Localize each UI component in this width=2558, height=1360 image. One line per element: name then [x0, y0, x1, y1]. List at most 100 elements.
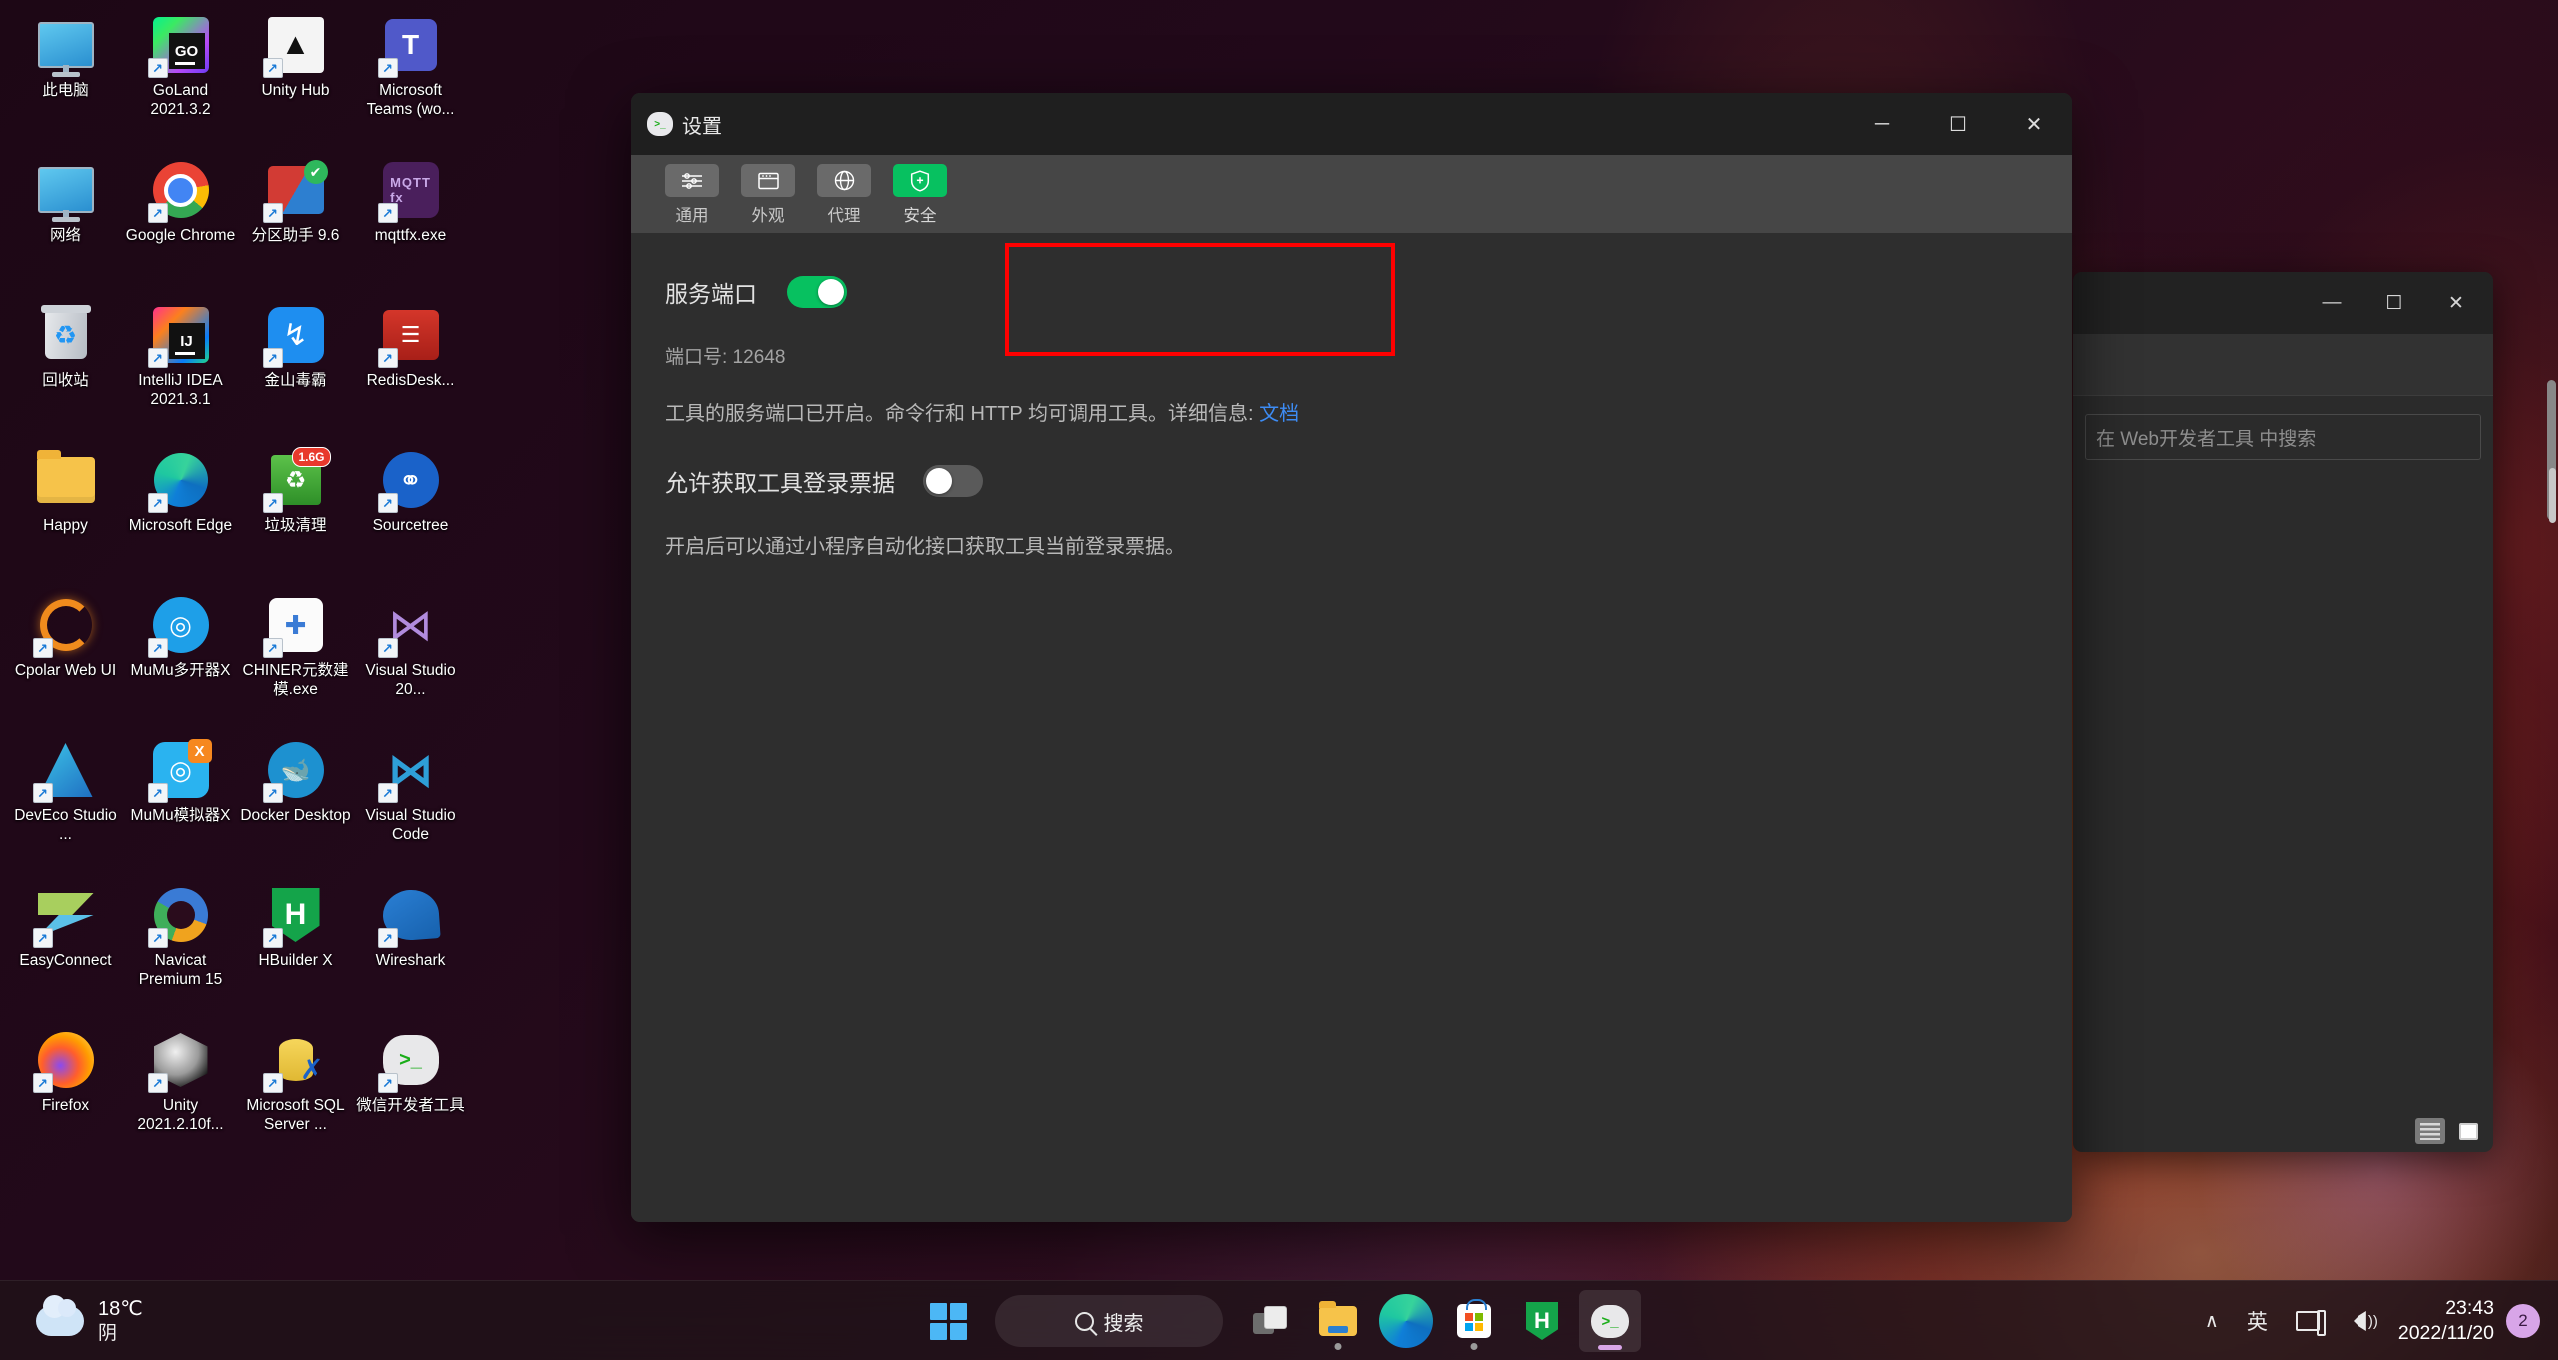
desktop-icon-label: Cpolar Web UI [14, 662, 117, 679]
bg-window-titlebar[interactable]: — ☐ ✕ [2073, 272, 2493, 334]
service-port-toggle[interactable] [787, 276, 847, 308]
desktop-icon-chrome[interactable]: Google Chrome [123, 153, 238, 298]
desktop-icon-chiner[interactable]: ✚ CHINER元数建模.exe [238, 588, 353, 733]
sql-server-icon: ✗ [262, 1029, 327, 1093]
chiner-icon: ✚ [262, 594, 327, 658]
wechat-devtools-icon: >_ [1591, 1304, 1629, 1338]
desktop-icon-visual-studio[interactable]: ⋈ Visual Studio 20... [353, 588, 468, 733]
desktop-icon-kingsoft[interactable]: ↯ 金山毒霸 [238, 298, 353, 443]
settings-close-button[interactable]: ✕ [1996, 93, 2072, 155]
desktop-icon-mumu-emu[interactable]: ◎ MuMu模拟器X [123, 733, 238, 878]
settings-maximize-button[interactable]: ☐ [1920, 93, 1996, 155]
desktop-icon-label: Unity 2021.2.10f... [137, 1097, 224, 1133]
mumu-emu-icon: ◎ [147, 739, 212, 803]
taskbar-item-hbuilder-x[interactable]: H [1511, 1290, 1573, 1352]
desktop-icon-cpolar[interactable]: Cpolar Web UI [8, 588, 123, 733]
login-ticket-toggle[interactable] [923, 465, 983, 497]
desktop-icon-label: Happy [43, 517, 88, 534]
panel-view-icon[interactable] [2453, 1118, 2483, 1144]
background-devtools-window[interactable]: — ☐ ✕ 在 Web开发者工具 中搜索 [2073, 272, 2493, 1152]
taskbar-search-box[interactable]: 搜索 [995, 1295, 1223, 1347]
shortcut-arrow-icon [32, 928, 53, 948]
teams-icon: T [377, 14, 442, 78]
active-window-indicator [1598, 1345, 1622, 1350]
desktop-icon-navicat[interactable]: Navicat Premium 15 [123, 878, 238, 1023]
desktop-icon-hbuilder[interactable]: H HBuilder X [238, 878, 353, 1023]
list-view-icon[interactable] [2415, 1118, 2445, 1144]
shortcut-arrow-icon [32, 638, 53, 658]
login-ticket-description: 开启后可以通过小程序自动化接口获取工具当前登录票据。 [665, 536, 1185, 558]
start-button[interactable] [917, 1290, 979, 1352]
taskbar-item-microsoft-store[interactable] [1443, 1290, 1505, 1352]
desktop-icon-label: Microsoft Teams (wo... [366, 82, 455, 118]
docker-icon: 🐋 [262, 739, 327, 803]
recycle-bin-icon [35, 304, 97, 366]
desktop-icon-recycle-bin[interactable]: 回收站 [8, 298, 123, 443]
bg-minimize-button[interactable]: — [2301, 280, 2363, 326]
shortcut-arrow-icon [147, 348, 168, 368]
desktop-icon-wx-devtools[interactable]: >_ 微信开发者工具 [353, 1023, 468, 1168]
weather-condition: 阴 [98, 1322, 118, 1344]
taskbar-item-task-view[interactable] [1239, 1290, 1301, 1352]
tab-security[interactable]: 安全 [883, 164, 957, 226]
desktop-icon-vscode[interactable]: ⋈ Visual Studio Code [353, 733, 468, 878]
bg-maximize-button[interactable]: ☐ [2363, 280, 2425, 326]
desktop-icon-label: Navicat Premium 15 [138, 952, 223, 988]
desktop-icon-firefox[interactable]: Firefox [8, 1023, 123, 1168]
desktop-icon-network[interactable]: 网络 [8, 153, 123, 298]
tab-appearance[interactable]: 外观 [731, 164, 805, 226]
desktop-icon-pc[interactable]: 此电脑 [8, 8, 123, 153]
volume-icon[interactable]: )) [2334, 1293, 2388, 1349]
desktop-icon-redis-desktop[interactable]: ☰ RedisDesk... [353, 298, 468, 443]
taskbar-item-wechat-devtools[interactable]: >_ [1579, 1290, 1641, 1352]
bg-window-scroll-indicator[interactable] [2549, 468, 2556, 523]
vscode-icon: ⋈ [377, 739, 442, 803]
desktop-icon-wireshark[interactable]: Wireshark [353, 878, 468, 1023]
desktop-icon-mumu-multi[interactable]: ◎ MuMu多开器X [123, 588, 238, 733]
desktop-icon-partition-assistant[interactable]: 分区助手 9.6 [238, 153, 353, 298]
chevron-up-icon[interactable]: ∧ [2191, 1293, 2233, 1349]
shortcut-arrow-icon [262, 203, 283, 223]
service-port-label: 服务端口 [665, 281, 757, 307]
wechat-devtools-app-icon: >_ [647, 112, 673, 136]
settings-window[interactable]: >_ 设置 ─ ☐ ✕ 通用 外观 代理 安全 服务端口 端口号: 12648 … [631, 93, 2072, 1222]
tab-security-label: 安全 [903, 207, 937, 225]
desktop-icon-intellij[interactable]: IJ IntelliJ IDEA 2021.3.1 [123, 298, 238, 443]
desktop-icon-folder[interactable]: Happy [8, 443, 123, 588]
notification-badge[interactable]: 2 [2506, 1304, 2540, 1338]
desktop-icon-edge[interactable]: Microsoft Edge [123, 443, 238, 588]
desktop-icon-cleaner[interactable]: ♻1.6G 垃圾清理 [238, 443, 353, 588]
desktop-icon-mqttfx[interactable]: MQTTfx mqttfx.exe [353, 153, 468, 298]
ime-indicator[interactable]: 英 [2233, 1293, 2282, 1349]
unity-icon [147, 1029, 212, 1093]
shortcut-arrow-icon [262, 1073, 283, 1093]
taskbar-item-file-explorer[interactable] [1307, 1290, 1369, 1352]
taskbar-weather-widget[interactable]: 18℃ 阴 [22, 1281, 157, 1360]
tab-general[interactable]: 通用 [655, 164, 729, 226]
desktop-icon-label: Sourcetree [372, 517, 449, 534]
tab-appearance-label: 外观 [751, 207, 785, 225]
desktop-icon-easyconnect[interactable]: EasyConnect [8, 878, 123, 1023]
desktop-icon-unity[interactable]: Unity 2021.2.10f... [123, 1023, 238, 1168]
desktop-icon-deveco[interactable]: DevEco Studio ... [8, 733, 123, 878]
edge-icon [147, 449, 212, 513]
easyconnect-icon [32, 884, 97, 948]
desktop-icon-sourcetree[interactable]: ⚭ Sourcetree [353, 443, 468, 588]
taskbar-clock[interactable]: 23:43 2022/11/20 [2388, 1296, 2506, 1346]
desktop-icon-label: MuMu多开器X [130, 662, 231, 679]
desktop-icon-unity-hub[interactable]: ▲ Unity Hub [238, 8, 353, 153]
taskbar-item-microsoft-edge[interactable] [1375, 1290, 1437, 1352]
system-tray: ∧ 英 )) 23:43 2022/11/20 2 [2191, 1281, 2558, 1360]
network-icon[interactable] [2282, 1293, 2334, 1349]
settings-titlebar[interactable]: >_ 设置 ─ ☐ ✕ [631, 93, 2072, 155]
desktop-icon-goland[interactable]: GO GoLand 2021.3.2 [123, 8, 238, 153]
desktop-icon-sql-server[interactable]: ✗ Microsoft SQL Server ... [238, 1023, 353, 1168]
desktop-icon-teams[interactable]: T Microsoft Teams (wo... [353, 8, 468, 153]
settings-minimize-button[interactable]: ─ [1844, 93, 1920, 155]
bg-search-input[interactable]: 在 Web开发者工具 中搜索 [2085, 414, 2481, 460]
shortcut-arrow-icon [377, 638, 398, 658]
documentation-link[interactable]: 文档 [1259, 403, 1299, 425]
bg-close-button[interactable]: ✕ [2425, 280, 2487, 326]
desktop-icon-docker[interactable]: 🐋 Docker Desktop [238, 733, 353, 878]
tab-proxy[interactable]: 代理 [807, 164, 881, 226]
